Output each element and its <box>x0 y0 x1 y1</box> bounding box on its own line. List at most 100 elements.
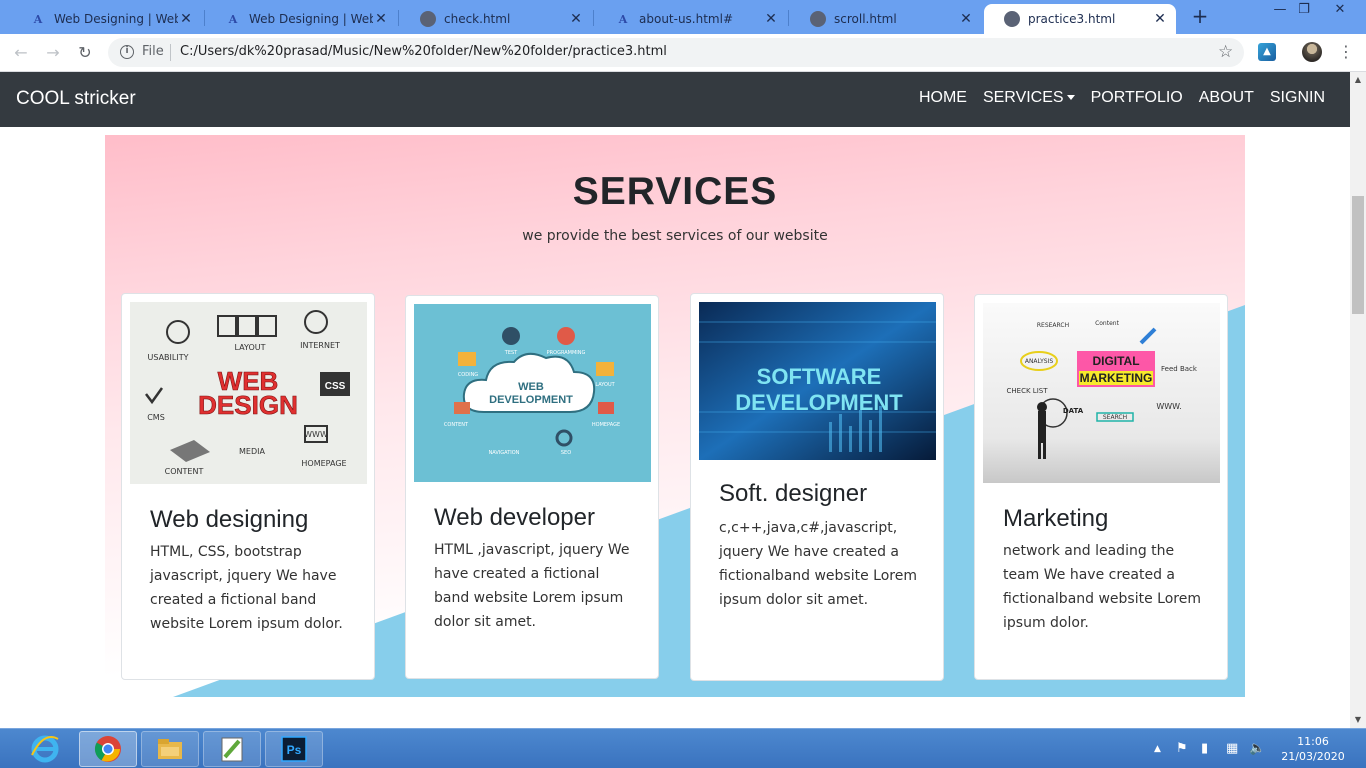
bookmark-star-icon[interactable]: ☆ <box>1218 42 1233 62</box>
volume-icon[interactable]: 🔈 <box>1249 741 1265 756</box>
tray-expand-icon[interactable]: ▲ <box>1154 744 1161 754</box>
nav-portfolio[interactable]: PORTFOLIO <box>1091 89 1183 107</box>
card-text: network and leading the team We have cre… <box>1003 543 1201 631</box>
restore-icon[interactable]: ❐ <box>1290 2 1318 20</box>
network-icon[interactable]: ▦ <box>1226 741 1238 756</box>
at-logo-icon: A <box>33 12 43 26</box>
close-icon[interactable]: ✕ <box>568 11 584 27</box>
card-title: Web developer <box>434 504 595 531</box>
card-title: Soft. designer <box>719 480 868 507</box>
close-icon[interactable]: ✕ <box>958 11 974 27</box>
service-card-soft-designer[interactable]: SOFTWARE DEVELOPMENT Soft. designer c,c+… <box>690 293 944 681</box>
tab-title: practice3.html <box>1028 12 1116 26</box>
card-title: Marketing <box>1003 505 1109 532</box>
svg-text:Ps: Ps <box>287 743 302 757</box>
internet-explorer-icon[interactable] <box>16 731 74 767</box>
svg-text:ANALYSIS: ANALYSIS <box>1025 358 1053 365</box>
system-clock[interactable]: 11:06 21/03/2020 <box>1280 734 1346 764</box>
card-title: Web designing <box>150 506 309 533</box>
info-icon[interactable]: i <box>120 45 134 59</box>
svg-text:LAYOUT: LAYOUT <box>235 343 266 352</box>
svg-text:Feed Back: Feed Back <box>1161 365 1198 373</box>
svg-text:CMS: CMS <box>147 413 165 422</box>
scroll-thumb[interactable] <box>1352 196 1364 314</box>
forward-arrow-icon[interactable]: → <box>42 42 64 64</box>
card-text: HTML, CSS, bootstrap javascript, jquery … <box>150 544 343 632</box>
svg-text:WWW: WWW <box>304 430 328 439</box>
web-dev-headline-2: DEVELOPMENT <box>489 394 573 406</box>
back-arrow-icon[interactable]: ← <box>10 42 32 64</box>
browser-tab[interactable]: check.html ✕ <box>400 4 592 34</box>
globe-icon <box>1004 11 1020 27</box>
nav-signin[interactable]: SIGNIN <box>1270 89 1325 107</box>
tab-strip: A Web Designing | Website ✕ A Web Design… <box>0 0 1366 34</box>
at-logo-icon: A <box>618 12 628 26</box>
svg-text:CONTENT: CONTENT <box>444 422 469 428</box>
close-icon[interactable]: ✕ <box>763 11 779 27</box>
svg-text:LAYOUT: LAYOUT <box>595 382 615 388</box>
service-card-web-designing[interactable]: CSS WEB DESIGN USABILITY LAYOUT INTERNET… <box>121 293 375 680</box>
power-icon[interactable]: ▮ <box>1201 741 1208 756</box>
svg-text:CHECK LIST: CHECK LIST <box>1007 387 1049 395</box>
close-icon[interactable]: ✕ <box>178 11 194 27</box>
kebab-menu-icon[interactable]: ⋮ <box>1338 42 1354 62</box>
service-card-marketing[interactable]: DIGITAL MARKETING RESEARCH Content ANALY… <box>974 294 1228 680</box>
new-tab-button[interactable]: + <box>1190 6 1210 26</box>
svg-text:NAVIGATION: NAVIGATION <box>489 450 520 456</box>
page-scrollbar[interactable]: ▲ ▼ <box>1350 72 1366 728</box>
extension-icon[interactable]: ▲ <box>1258 43 1276 61</box>
nav-home[interactable]: HOME <box>919 89 967 107</box>
clock-time: 11:06 <box>1297 735 1329 748</box>
close-window-icon[interactable]: ✕ <box>1326 2 1354 20</box>
browser-tab[interactable]: A Web Designing | Website ✕ <box>205 4 397 34</box>
tab-title: Web Designing | Website <box>249 12 373 26</box>
at-logo-icon: A <box>228 12 238 26</box>
svg-text:CODING: CODING <box>458 372 478 378</box>
svg-text:DATA: DATA <box>1063 407 1084 415</box>
close-icon[interactable]: ✕ <box>373 11 389 27</box>
scheme-label: File <box>142 44 164 59</box>
svg-text:MEDIA: MEDIA <box>239 447 265 456</box>
web-development-image: WEB DEVELOPMENT TEST PROGRAMMING CODING … <box>414 304 651 482</box>
address-bar[interactable]: i File C:/Users/dk%20prasad/Music/New%20… <box>108 38 1244 67</box>
nav-services-label: SERVICES <box>982 89 1064 106</box>
avatar[interactable] <box>1302 42 1322 62</box>
svg-text:CONTENT: CONTENT <box>165 467 204 476</box>
browser-tab[interactable]: scroll.html ✕ <box>790 4 982 34</box>
flag-icon[interactable]: ⚑ <box>1176 741 1188 756</box>
marketing-headline-1: DIGITAL <box>1092 354 1139 368</box>
svg-text:SEO: SEO <box>561 450 571 456</box>
browser-tab[interactable]: A about-us.html# ✕ <box>595 4 787 34</box>
photoshop-icon[interactable]: Ps <box>265 731 323 767</box>
close-icon[interactable]: ✕ <box>1152 11 1168 27</box>
caret-down-icon <box>1066 95 1075 101</box>
digital-marketing-image: DIGITAL MARKETING RESEARCH Content ANALY… <box>983 303 1220 483</box>
services-title: SERVICES <box>572 170 778 213</box>
omnibox-divider <box>170 44 171 61</box>
site-navbar: COOL stricker HOME SERVICES PORTFOLIO AB… <box>0 72 1350 127</box>
marketing-headline-2: MARKETING <box>1080 371 1153 385</box>
svg-text:HOMEPAGE: HOMEPAGE <box>592 422 620 428</box>
nav-about[interactable]: ABOUT <box>1199 89 1254 107</box>
tab-title: Web Designing | Website <box>54 12 178 26</box>
scroll-down-icon[interactable]: ▼ <box>1350 712 1366 728</box>
globe-icon <box>810 11 826 27</box>
reload-icon[interactable]: ↻ <box>74 42 96 64</box>
tab-title: check.html <box>444 12 511 26</box>
windows-taskbar: Ps ▲ ⚑ ▮ ▦ 🔈 11:06 21/03/2020 <box>0 728 1366 768</box>
url-text[interactable]: C:/Users/dk%20prasad/Music/New%20folder/… <box>180 44 667 59</box>
svg-text:PROGRAMMING: PROGRAMMING <box>547 350 586 356</box>
service-card-web-developer[interactable]: WEB DEVELOPMENT TEST PROGRAMMING CODING … <box>405 295 659 679</box>
clock-date: 21/03/2020 <box>1281 750 1345 763</box>
browser-tab-active[interactable]: practice3.html ✕ <box>984 4 1176 34</box>
svg-text:HOMEPAGE: HOMEPAGE <box>301 459 346 468</box>
scroll-up-icon[interactable]: ▲ <box>1350 72 1366 88</box>
card-text: c,c++,java,c#,javascript, jquery We have… <box>719 520 917 608</box>
nav-services-dropdown[interactable]: SERVICES <box>983 89 1075 107</box>
brand-logo[interactable]: COOL stricker <box>16 88 136 110</box>
tab-title: about-us.html# <box>639 12 734 26</box>
file-explorer-icon[interactable] <box>141 731 199 767</box>
chrome-icon[interactable] <box>79 731 137 767</box>
notepad-plus-plus-icon[interactable] <box>203 731 261 767</box>
browser-tab[interactable]: A Web Designing | Website ✕ <box>10 4 202 34</box>
